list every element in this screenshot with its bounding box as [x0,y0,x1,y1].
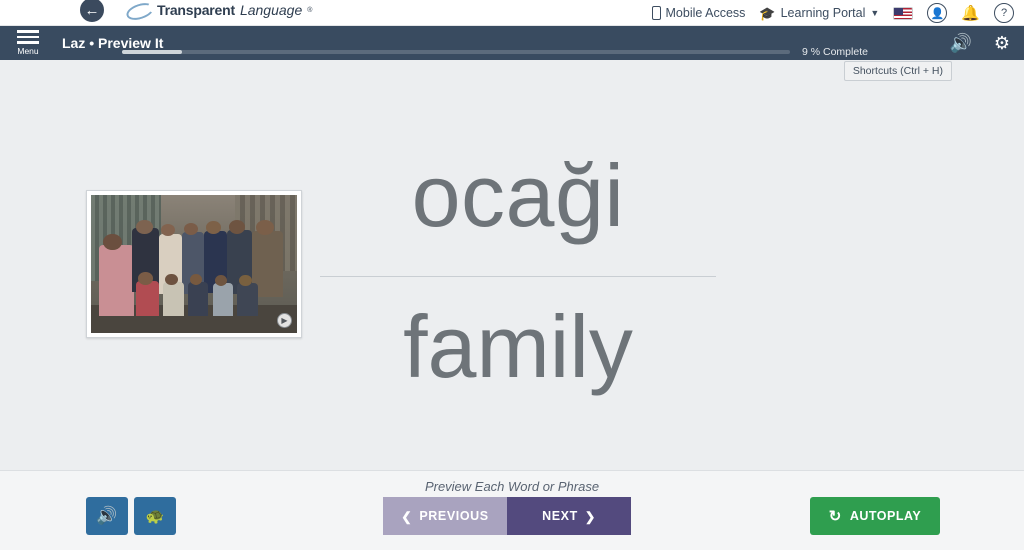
next-label: NEXT [542,509,578,523]
autoplay-button[interactable]: ↻ AUTOPLAY [810,497,940,535]
word-display-area: ocaği family [318,146,718,397]
photo-child [237,283,258,317]
photo-person [103,233,122,251]
bottom-control-bar: Preview Each Word or Phrase 🔊 🐢 ❮ PREVIO… [0,470,1024,550]
translation-word: family [403,297,633,397]
progress-bar-fill [122,50,183,54]
help-glyph: ? [1000,7,1008,19]
brand-name-primary: Transparent [157,2,235,18]
back-arrow-icon: ← [84,1,100,19]
mobile-access-link[interactable]: Mobile Access [651,6,746,20]
turtle-icon: 🐢 [145,508,165,525]
photo-child [212,283,234,317]
next-button[interactable]: NEXT ❯ [507,497,631,535]
top-bar-right-group: Mobile Access 🎓 Learning Portal ▼ 👤 🔔 ? [651,0,1014,26]
play-audio-button[interactable]: 🔊 [86,497,128,535]
bell-glyph: 🔔 [961,5,980,22]
help-icon[interactable]: ? [994,3,1014,23]
word-divider [320,276,716,278]
phone-icon [651,6,661,20]
photo-child [138,272,153,285]
menu-label: Menu [17,45,39,56]
learning-portal-label: Learning Portal [780,6,866,20]
speaker-glyph: 🔊 [949,32,972,53]
chevron-down-icon: ▼ [870,8,880,18]
photo-child [239,275,252,287]
previous-button[interactable]: ❮ PREVIOUS [383,497,507,535]
shortcuts-tooltip: Shortcuts (Ctrl + H) [843,61,952,81]
audio-toggle-icon[interactable]: 🔊 [949,33,971,54]
autoplay-label: AUTOPLAY [849,509,922,523]
play-slow-audio-button[interactable]: 🐢 [134,497,176,535]
gear-glyph: ⚙ [993,32,1010,53]
word-image-frame[interactable]: ▶ [86,190,302,338]
mobile-access-label: Mobile Access [665,6,746,20]
account-icon[interactable]: 👤 [927,3,948,23]
photo-person [229,219,246,234]
family-group-photo: ▶ [91,195,297,333]
brand-logo[interactable]: Transparent Language ® [126,2,312,18]
navigation-buttons: ❮ PREVIOUS NEXT ❯ [383,497,631,535]
play-badge-icon[interactable]: ▶ [277,313,292,328]
swoosh-icon [126,3,152,17]
brand-name-secondary: Language [239,2,303,18]
target-word: ocaği [411,146,625,245]
settings-gear-icon[interactable]: ⚙ [994,33,1010,54]
graduation-cap-icon: 🎓 [759,5,776,21]
autoplay-loop-icon: ↻ [828,508,842,525]
instruction-text: Preview Each Word or Phrase [424,479,600,494]
photo-child [163,281,184,317]
photo-person [99,244,135,317]
photo-person [183,222,199,235]
menu-button[interactable]: Menu [0,30,56,56]
lesson-nav-bar: Menu Laz • Preview It 9 % Complete 🔊 ⚙ [0,26,1024,60]
photo-person [136,219,153,234]
top-bar: ← Transparent Language ® Mobile Access 🎓… [0,0,1024,26]
progress-label: 9 % Complete [802,46,868,58]
speaker-icon: 🔊 [96,506,118,525]
progress-track [122,50,790,54]
lesson-main-area: ▶ ocaği family [0,60,1024,470]
back-button[interactable]: ← [78,0,106,24]
hamburger-icon [17,30,39,44]
photo-child [214,275,227,287]
photo-child [187,281,209,317]
photo-child [165,273,178,285]
us-flag-icon[interactable] [893,6,914,20]
account-glyph: 👤 [930,7,945,20]
nav-right-group: 🔊 ⚙ [949,26,1010,60]
photo-child [189,273,203,285]
photo-child [136,280,159,317]
chevron-left-icon: ❮ [401,509,413,524]
notifications-icon[interactable]: 🔔 [961,4,980,22]
brand-registered-mark: ® [307,6,313,14]
page-title: Laz • Preview It [62,35,164,51]
photo-person [206,221,221,234]
learning-portal-menu[interactable]: 🎓 Learning Portal ▼ [759,6,879,20]
previous-label: PREVIOUS [419,509,489,523]
chevron-right-icon: ❯ [584,509,596,524]
